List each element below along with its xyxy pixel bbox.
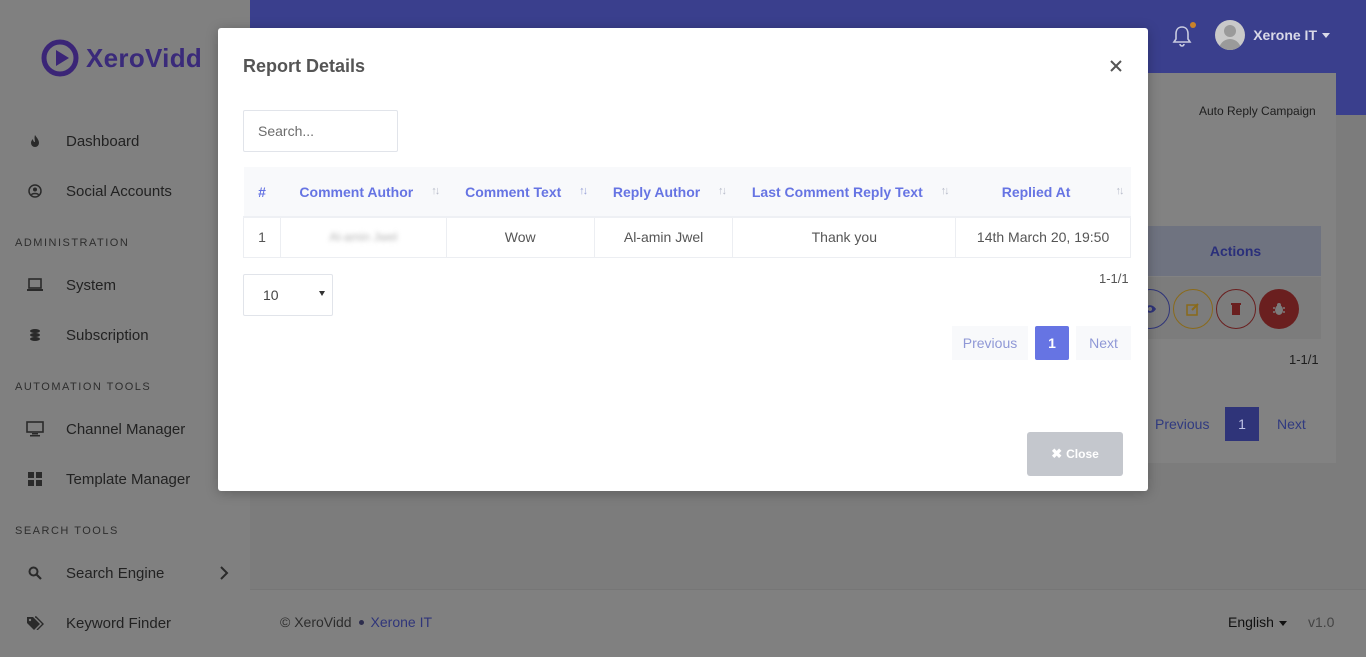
close-button-label: Close [1066,447,1099,461]
sidebar-item-search-engine[interactable]: Search Engine [25,558,240,588]
bug-icon [1273,303,1285,315]
caret-down-icon [1278,620,1287,626]
column-header-comment-author[interactable]: Comment Author ↑↓ [280,167,447,218]
laptop-icon [25,275,45,295]
report-table: # Comment Author ↑↓ Comment Text ↑↓ Reply … [243,167,1131,258]
close-icon: ✖ [1051,446,1063,461]
cell-number: 1 [243,216,281,258]
column-header-replied-at[interactable]: Replied At ↑↓ [955,167,1131,218]
sort-desc-icon: ↑↓ [579,185,588,197]
modal-title: Report Details [243,56,366,76]
user-circle-icon [25,181,45,201]
flame-icon [25,131,45,151]
delete-button[interactable] [1216,289,1256,329]
sidebar-item-label: Template Manager [66,470,191,488]
logo[interactable]: XeroVidd [40,38,202,78]
notification-badge [1190,22,1196,28]
chevron-right-icon [220,566,229,580]
sidebar-item-label: Dashboard [66,132,140,150]
sidebar-item-label: Subscription [66,326,149,344]
report-button[interactable] [1259,289,1299,329]
trash-icon [1231,303,1241,315]
column-header-last-reply-text[interactable]: Last Comment Reply Text ↑↓ [732,167,956,218]
sidebar-item-template-manager[interactable]: Template Manager [25,464,240,494]
cell-reply-author: Al-amin Jwel [593,216,734,258]
sidebar-item-keyword-finder[interactable]: Keyword Finder [25,608,240,638]
user-menu[interactable]: Xerone IT [1215,20,1330,50]
sidebar-item-channel-manager[interactable]: Channel Manager [25,414,240,444]
caret-down-icon [1322,32,1330,38]
sidebar-section-automation-tools: AUTOMATION TOOLS [15,381,152,393]
brand-name: XeroVidd [86,42,203,73]
sort-icon: ↑↓ [1115,185,1125,197]
caret-down-icon [319,291,325,296]
breadcrumb[interactable]: Auto Reply Campaign [1199,104,1316,118]
search-icon [25,563,45,583]
sidebar-item-dashboard[interactable]: Dashboard [25,126,240,156]
logo-play-icon [41,39,79,77]
previous-page-button[interactable]: Previous [1155,416,1209,432]
sidebar-item-system[interactable]: System [25,270,240,300]
sort-icon: ↑↓ [940,185,950,197]
sidebar-section-search-tools: SEARCH TOOLS [15,525,119,537]
search-input[interactable] [243,110,398,152]
actions-column-header: Actions [1140,226,1321,276]
page-1-button[interactable]: 1 [1225,407,1259,441]
sort-icon: ↑↓ [431,185,440,197]
sidebar-item-label: Channel Manager [66,420,186,438]
sidebar: XeroVidd Dashboard Social Accounts ADMIN… [0,0,250,657]
footer: © XeroVidd Xerone IT English v1.0 [250,589,1366,657]
column-label: Comment Author [299,183,414,200]
column-label: Comment Text [465,183,562,200]
report-details-modal: Report Details # Comment Author ↑↓ Commen… [218,28,1148,491]
company-link[interactable]: Xerone IT [371,614,432,630]
page-1-button[interactable]: 1 [1035,326,1069,360]
cell-reply-text: Thank you [732,216,957,258]
copyright: © XeroVidd Xerone IT [280,614,432,630]
column-header-number[interactable]: # [243,167,281,218]
sidebar-item-label: Social Accounts [66,182,172,200]
sidebar-item-label: Keyword Finder [66,614,172,632]
column-label: Replied At [1001,183,1071,200]
edit-icon [1186,303,1199,316]
next-page-button[interactable]: Next [1076,326,1131,360]
column-header-comment-text[interactable]: Comment Text ↑↓ [446,167,595,218]
sidebar-item-label: System [66,276,117,294]
close-icon[interactable] [1107,57,1125,75]
sidebar-section-administration: ADMINISTRATION [15,237,130,249]
version: v1.0 [1308,614,1335,630]
page-length-select[interactable]: 10 [243,274,333,316]
cell-replied-at: 14th March 20, 19:50 [955,216,1131,258]
tags-icon [25,613,45,633]
monitor-icon [25,419,45,439]
previous-page-button[interactable]: Previous [952,326,1028,360]
language-selector[interactable]: English [1228,614,1287,630]
cell-comment-author: Al-amin Jwel [279,216,447,258]
copyright-text: © XeroVidd [280,614,352,630]
page-length-value: 10 [263,287,279,303]
column-header-reply-author[interactable]: Reply Author ↑↓ [594,167,733,218]
sidebar-item-label: Search Engine [66,564,165,582]
language-label: English [1228,614,1274,630]
column-label: Last Comment Reply Text [751,183,923,200]
sidebar-item-social-accounts[interactable]: Social Accounts [25,176,240,206]
avatar [1215,20,1246,50]
close-button[interactable]: ✖ Close [1027,432,1123,476]
row-count: 1-1/1 [1099,271,1129,286]
sidebar-item-subscription[interactable]: Subscription [25,320,240,350]
column-label: Reply Author [612,183,701,200]
coins-icon [25,325,45,345]
column-label: # [258,183,266,200]
edit-button[interactable] [1173,289,1213,329]
separator-dot [358,619,364,625]
user-name: Xerone IT [1253,27,1317,43]
row-count: 1-1/1 [1289,352,1319,367]
grid-icon [25,469,45,489]
cell-comment-text: Wow [445,216,595,258]
bell-icon[interactable] [1172,25,1192,47]
sort-icon: ↑↓ [717,185,727,197]
table-row: 1 Al-amin Jwel Wow Al-amin Jwel Thank yo… [243,216,1131,258]
next-page-button[interactable]: Next [1277,416,1306,432]
